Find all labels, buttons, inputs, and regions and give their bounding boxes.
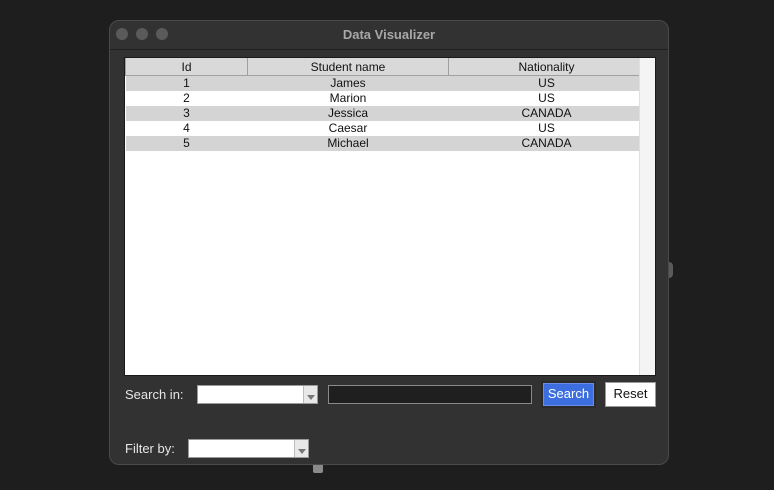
table-row[interactable]: 5 Michael CANADA — [125, 136, 645, 151]
cell-nationality[interactable]: US — [448, 75, 645, 91]
search-input[interactable] — [328, 385, 532, 404]
chevron-down-icon[interactable] — [303, 386, 317, 403]
table-header-row: Id Student name Nationality — [125, 58, 645, 76]
reset-button[interactable]: Reset — [605, 382, 656, 407]
cell-nationality[interactable]: CANADA — [448, 106, 645, 121]
search-column-select[interactable] — [197, 385, 318, 404]
cell-id[interactable]: 4 — [125, 121, 248, 136]
cell-id[interactable]: 1 — [125, 75, 248, 91]
column-header-student-name[interactable]: Student name — [247, 58, 449, 76]
app-window: Data Visualizer Id Student name National… — [109, 20, 669, 465]
window-title: Data Visualizer — [342, 27, 436, 42]
cell-student-name[interactable]: Marion — [247, 91, 449, 106]
search-in-label: Search in: — [125, 387, 184, 402]
table-row[interactable]: 1 James US — [125, 75, 645, 91]
cell-student-name[interactable]: Caesar — [247, 121, 449, 136]
student-table-scrollpane[interactable]: Id Student name Nationality 1 James US 2… — [124, 57, 656, 376]
cell-student-name[interactable]: Jessica — [247, 106, 449, 121]
cell-id[interactable]: 2 — [125, 91, 248, 106]
cell-nationality[interactable]: US — [448, 91, 645, 106]
cell-student-name[interactable]: James — [247, 75, 449, 91]
cell-id[interactable]: 5 — [125, 136, 248, 151]
column-header-id[interactable]: Id — [125, 58, 248, 76]
search-button[interactable]: Search — [541, 381, 596, 408]
cell-nationality[interactable]: US — [448, 121, 645, 136]
column-header-nationality[interactable]: Nationality — [448, 58, 645, 76]
window-edge-handle — [669, 262, 673, 278]
student-table[interactable]: Id Student name Nationality 1 James US 2… — [125, 58, 645, 151]
popup-handle — [313, 465, 323, 473]
title-bar[interactable]: Data Visualizer — [110, 21, 668, 50]
cell-id[interactable]: 3 — [125, 106, 248, 121]
table-row[interactable]: 3 Jessica CANADA — [125, 106, 645, 121]
cell-student-name[interactable]: Michael — [247, 136, 449, 151]
chevron-down-icon[interactable] — [294, 440, 308, 457]
table-row[interactable]: 4 Caesar US — [125, 121, 645, 136]
filter-select[interactable] — [188, 439, 309, 458]
cell-nationality[interactable]: CANADA — [448, 136, 645, 151]
table-row[interactable]: 2 Marion US — [125, 91, 645, 106]
filter-by-label: Filter by: — [125, 441, 175, 456]
vertical-scrollbar[interactable] — [639, 58, 655, 375]
